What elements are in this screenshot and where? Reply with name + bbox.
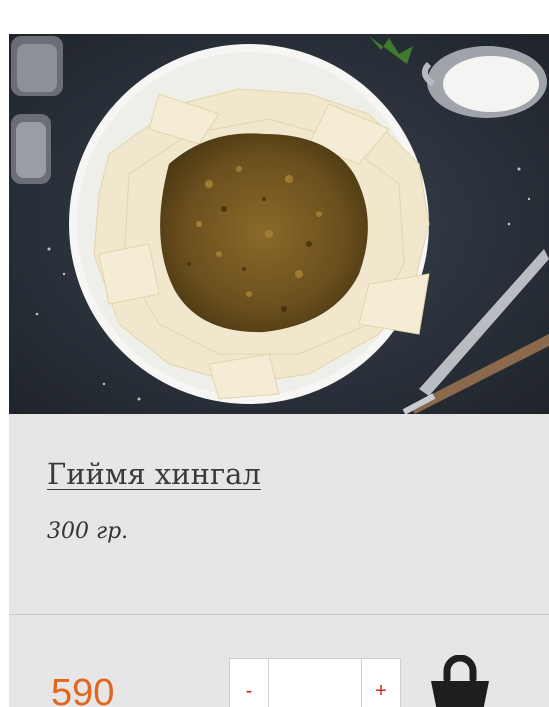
quantity-input[interactable] xyxy=(268,659,362,707)
quantity-stepper: - + xyxy=(229,658,401,707)
product-price: 590 xyxy=(51,672,115,707)
product-image[interactable] xyxy=(9,34,549,414)
add-to-cart-button[interactable] xyxy=(427,654,493,707)
increment-button[interactable]: + xyxy=(362,659,400,707)
product-weight: 300 гр. xyxy=(47,519,129,544)
product-card: Гиймя хингал 300 гр. 590 - + xyxy=(9,34,549,707)
product-title-link[interactable]: Гиймя хингал xyxy=(47,457,261,491)
divider xyxy=(9,614,549,615)
shopping-bag-icon xyxy=(431,654,489,707)
product-photo xyxy=(9,34,549,414)
decrement-button[interactable]: - xyxy=(230,659,268,707)
